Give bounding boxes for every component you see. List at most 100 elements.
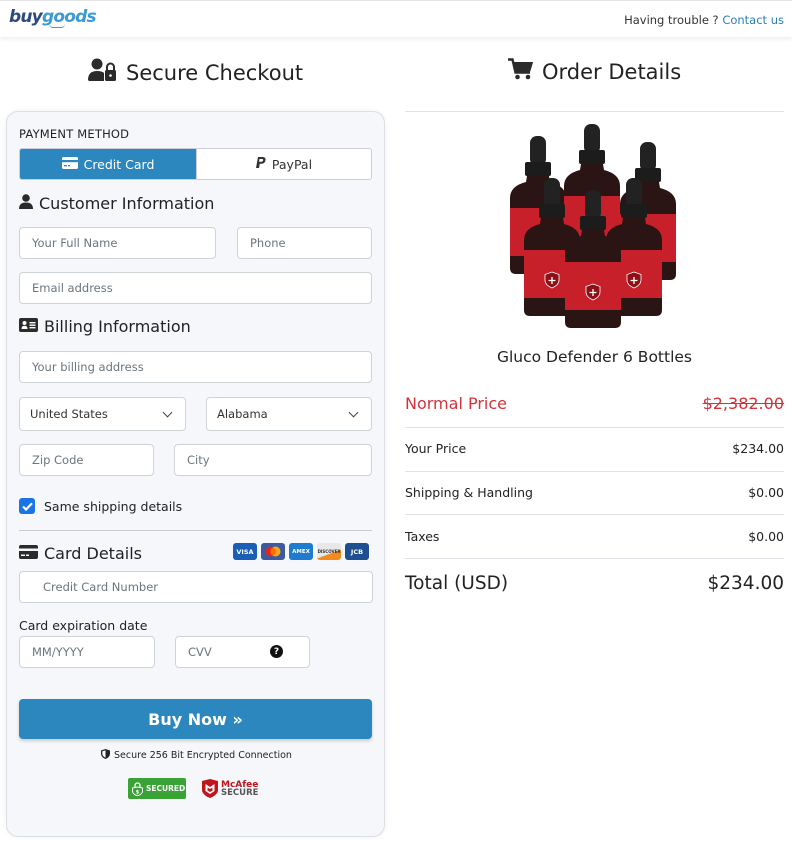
country-select-value: United States [30, 407, 108, 421]
user-icon [19, 194, 33, 213]
mcafee-shield-icon [202, 779, 218, 798]
secure-connection-note: Secure 256 Bit Encrypted Connection [7, 749, 386, 762]
phone-field[interactable] [237, 227, 372, 259]
expiry-field[interactable] [19, 636, 155, 668]
card-number-field[interactable] [19, 571, 373, 603]
visa-icon: VISA [233, 543, 257, 560]
contact-us-link[interactable]: Contact us [722, 13, 784, 27]
order-details-heading: Order Details [542, 59, 682, 84]
email-input[interactable] [32, 281, 359, 295]
logo-smile-icon [49, 24, 65, 28]
country-select[interactable]: United States [19, 397, 186, 431]
paypal-icon [255, 156, 266, 172]
credit-card-icon [61, 156, 78, 172]
normal-price-label: Normal Price [405, 394, 508, 413]
shipping-value: $0.00 [748, 485, 784, 500]
chevron-down-icon [348, 407, 359, 417]
trust-guard-badge[interactable]: $ SECURED [128, 778, 186, 799]
full-name-field[interactable] [19, 227, 216, 259]
city-input[interactable] [187, 453, 359, 467]
question-circle-icon[interactable]: ? [270, 645, 283, 658]
tab-credit-card-label: Credit Card [83, 156, 155, 172]
expiry-input[interactable] [32, 645, 142, 659]
checkmark-icon [21, 501, 33, 511]
price-divider [405, 558, 784, 559]
shopping-cart-icon [508, 58, 534, 85]
tab-credit-card[interactable]: Credit Card [20, 149, 196, 179]
customer-info-heading-text: Customer Information [39, 194, 215, 213]
help-text: Having trouble ? Contact us [624, 13, 784, 27]
credit-card-icon [19, 544, 38, 563]
taxes-value: $0.00 [748, 529, 784, 544]
checkout-form-card: PAYMENT METHOD Credit Card PayPal Custom… [6, 111, 385, 837]
section-divider [19, 530, 372, 531]
billing-address-input[interactable] [32, 360, 359, 374]
billing-info-heading: Billing Information [19, 317, 191, 336]
zip-code-field[interactable] [19, 444, 154, 476]
price-divider [405, 514, 784, 515]
payment-method-tabs: Credit Card PayPal [19, 148, 372, 180]
taxes-label: Taxes [405, 529, 440, 544]
product-image [509, 124, 677, 329]
jcb-icon: JCB [345, 543, 369, 560]
trust-badges: $ SECURED McAfee SECURE [128, 778, 258, 799]
state-select[interactable]: Alabama [206, 397, 372, 431]
email-field[interactable] [19, 272, 372, 304]
normal-price-row: Normal Price $2,382.00 [405, 394, 784, 413]
price-divider [405, 427, 784, 428]
order-details-title: Order Details [508, 58, 681, 85]
discover-icon: DISCOVER [317, 543, 341, 560]
billing-address-field[interactable] [19, 351, 372, 383]
mastercard-icon [261, 543, 285, 560]
secure-checkout-title: Secure Checkout [88, 58, 303, 87]
mcafee-secure-badge[interactable]: McAfee SECURE [202, 779, 258, 798]
shipping-label: Shipping & Handling [405, 485, 533, 500]
shield-icon [101, 749, 111, 762]
payment-method-label: PAYMENT METHOD [19, 127, 130, 141]
secure-connection-text: Secure 256 Bit Encrypted Connection [114, 750, 292, 761]
state-select-value: Alabama [217, 407, 268, 421]
accepted-cards: VISA AMEX DISCOVER JCB [233, 543, 369, 560]
lock-shield-icon: $ [132, 781, 143, 796]
order-divider-top [405, 111, 784, 112]
taxes-row: Taxes $0.00 [405, 529, 784, 544]
product-name: Gluco Defender 6 Bottles [496, 348, 692, 366]
user-lock-icon [88, 58, 118, 87]
your-price-value: $234.00 [732, 441, 784, 456]
total-label: Total (USD) [405, 573, 509, 594]
same-shipping-row: Same shipping details [19, 498, 182, 514]
full-name-input[interactable] [32, 236, 203, 250]
customer-info-heading: Customer Information [19, 194, 214, 213]
phone-input[interactable] [250, 236, 359, 250]
mcafee-secure-text: SECURE [221, 787, 259, 798]
same-shipping-checkbox[interactable] [19, 498, 35, 514]
chevron-down-icon [162, 407, 173, 417]
normal-price-value: $2,382.00 [702, 394, 784, 413]
tab-paypal-label: PayPal [271, 156, 313, 172]
expiration-label: Card expiration date [19, 618, 148, 633]
city-field[interactable] [174, 444, 372, 476]
total-row: Total (USD) $234.00 [405, 573, 784, 594]
cvv-field[interactable]: ? [175, 636, 310, 668]
card-number-input[interactable] [43, 580, 360, 594]
your-price-label: Your Price [405, 441, 467, 456]
tab-paypal[interactable]: PayPal [196, 149, 371, 179]
same-shipping-label[interactable]: Same shipping details [44, 499, 182, 514]
logo-text-buy: buy [9, 7, 43, 27]
your-price-row: Your Price $234.00 [405, 441, 784, 456]
total-value: $234.00 [707, 573, 784, 594]
secure-checkout-heading: Secure Checkout [126, 60, 304, 85]
svg-text:$: $ [136, 789, 140, 795]
shipping-row: Shipping & Handling $0.00 [405, 485, 784, 500]
card-details-heading: Card Details [19, 544, 142, 563]
amex-icon: AMEX [289, 543, 313, 560]
help-label: Having trouble ? [624, 13, 719, 27]
card-details-heading-text: Card Details [44, 544, 142, 563]
billing-info-heading-text: Billing Information [44, 317, 191, 336]
id-card-icon [19, 317, 38, 336]
price-divider [405, 471, 784, 472]
top-bar: buygoods Having trouble ? Contact us [0, 0, 792, 37]
trust-guard-text: SECURED [146, 784, 186, 793]
buy-now-button[interactable]: Buy Now » [19, 699, 372, 739]
zip-code-input[interactable] [32, 453, 141, 467]
